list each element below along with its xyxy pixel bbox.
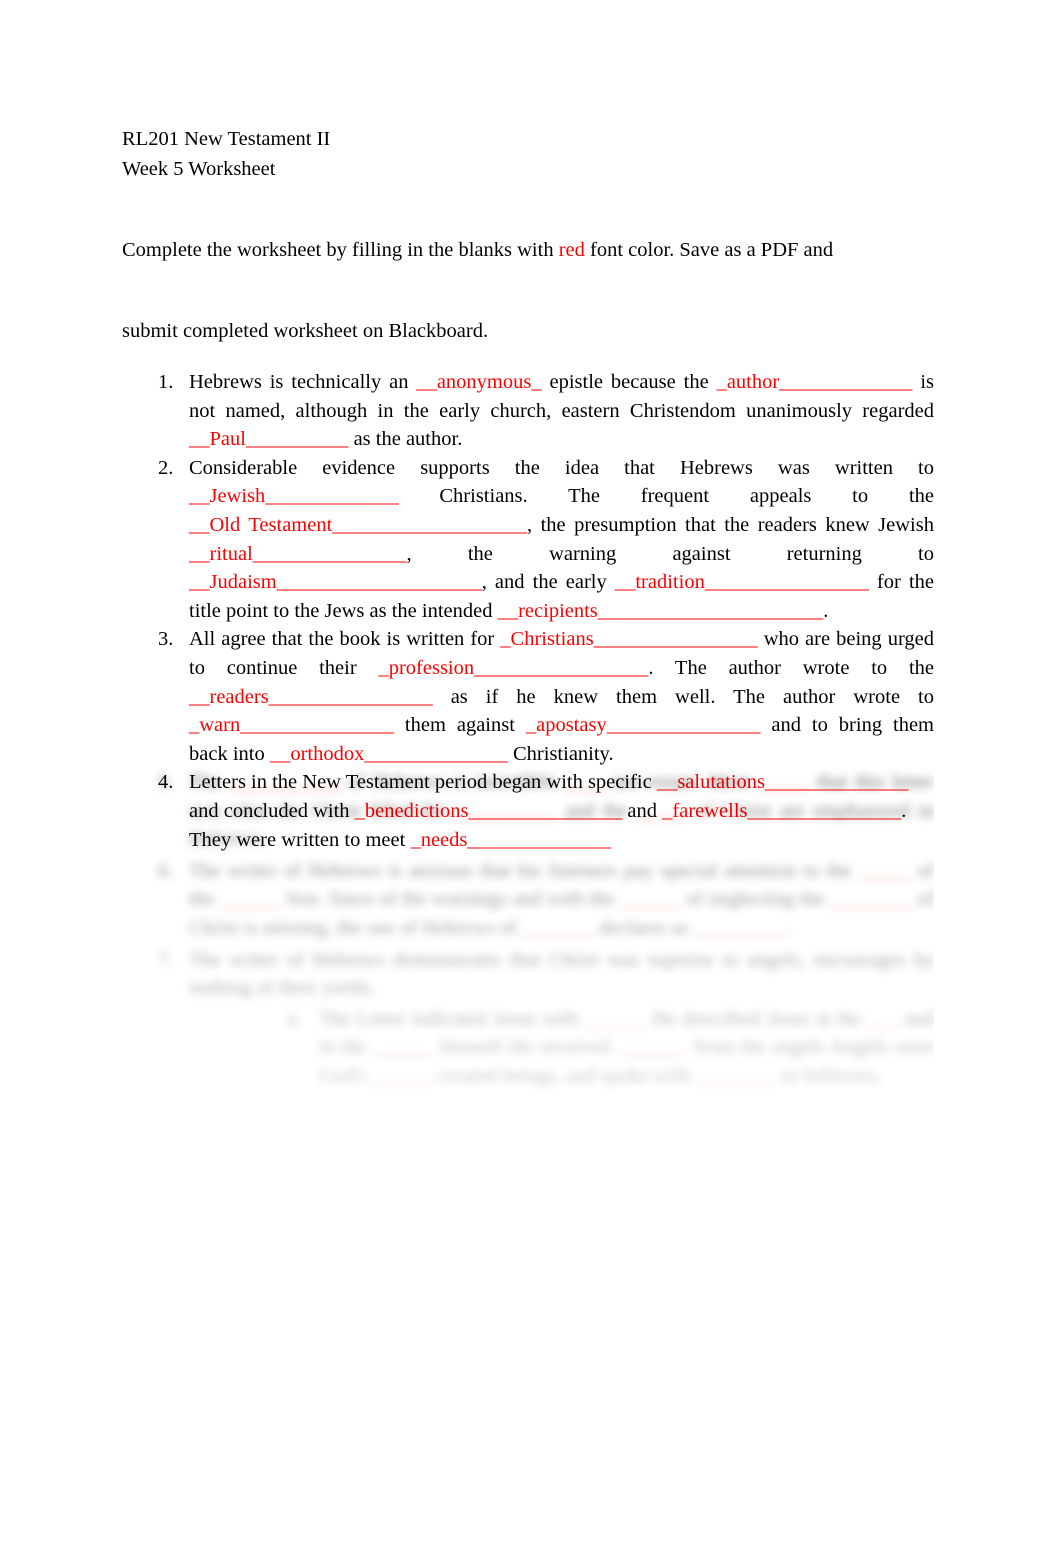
question-item-3: All agree that the book is written for _… — [122, 625, 934, 768]
faded-subquestion-1-blank-11[interactable]: ________ — [695, 1065, 777, 1087]
question-item-4: Letters in the New Testament period bega… — [122, 768, 934, 854]
instructions-after-red: font color. Save as a PDF and — [584, 239, 834, 261]
faded-question-item-6: The writer of Hebrews is anxious that hi… — [122, 857, 934, 943]
faded-question-6-blank-1[interactable]: _____ — [859, 860, 910, 882]
question-4-blank-3[interactable]: _benedictions_______________ — [355, 800, 623, 822]
question-1-text-6: as the author. — [348, 428, 463, 451]
document-page: RL201 New Testament II Week 5 Worksheet … — [0, 0, 1062, 1561]
faded-subquestion-1-text-12: to believers. — [777, 1064, 883, 1087]
faded-subquestion-1-text-6: himself the received — [434, 1036, 617, 1059]
instructions-red-keyword: red — [558, 239, 585, 261]
question-3-blank-1[interactable]: _Christians________________ — [500, 628, 757, 650]
faded-subquestion-list: The Letter indicated Jesus with ______ H… — [189, 1005, 934, 1091]
question-4-final-blank[interactable]: _needs______________ — [410, 829, 610, 851]
faded-subquestion-item-1: The Letter indicated Jesus with ______ H… — [253, 1005, 934, 1091]
question-2-blank-11[interactable]: __recipients______________________ — [498, 600, 824, 622]
faded-subquestion-1-blank-1[interactable]: ______ — [585, 1008, 647, 1030]
faded-subquestion-1-blank-7[interactable]: _______ — [616, 1036, 688, 1058]
faded-question-6-text-12: . — [785, 916, 791, 939]
worksheet-title-line: Week 5 Worksheet — [122, 158, 276, 180]
question-2-blank-1[interactable]: __Jewish_____________ — [189, 485, 399, 507]
faded-question-6-text-2: of the — [189, 859, 934, 911]
document-content: RL201 New Testament II Week 5 Worksheet … — [122, 124, 934, 854]
question-4-blank-1[interactable]: __salutations______________ — [657, 771, 909, 793]
question-2-text-8: , and the early — [481, 571, 615, 594]
faded-subquestion-1-blank-3[interactable]: ___ — [868, 1008, 899, 1030]
question-3-text-6: as if he knew them well. The author wrot… — [432, 685, 934, 708]
question-1-text-2: epistle because the — [541, 371, 717, 393]
faded-question-6-text-0: The writer of Hebrews is anxious that hi… — [189, 859, 859, 882]
faded-question-6-text-6: of neglecting the — [680, 888, 830, 911]
question-3-text-4: . The author wrote to the — [648, 656, 934, 679]
instructions-paragraph-line2: submit completed worksheet on Blackboard… — [122, 320, 489, 342]
question-4-final-line: They were written to meet _needs________… — [189, 826, 934, 855]
question-2-text-4: , the presumption that the readers knew … — [527, 513, 934, 536]
faded-subquestion-1-blank-9[interactable]: ______ — [371, 1065, 433, 1087]
question-2-text-6: , the warning against returning to — [406, 542, 934, 565]
question-4-text-6: . — [901, 799, 907, 822]
faded-subquestion-1-text-8: from the angels Angels were God's — [319, 1036, 934, 1087]
question-2-text-0: Considerable evidence supports the idea … — [189, 456, 934, 479]
question-1-blank-5[interactable]: __Paul__________ — [189, 428, 348, 450]
question-3-blank-11[interactable]: __orthodox______________ — [270, 743, 508, 765]
question-4-text-4: and — [622, 799, 663, 822]
faded-question-6-blank-7[interactable]: ________ — [830, 888, 912, 910]
question-4-final-text: They were written to meet — [189, 828, 411, 851]
question-2-blank-7[interactable]: __Judaism____________________ — [189, 571, 482, 593]
question-3-blank-7[interactable]: _warn_______________ — [189, 714, 394, 736]
question-1-blank-3[interactable]: _author_____________ — [717, 371, 913, 393]
question-3-text-8: them against — [393, 714, 526, 737]
faded-question-6-blank-11[interactable]: _________ — [693, 917, 785, 939]
question-2-blank-9[interactable]: __tradition________________ — [615, 571, 869, 593]
question-1-text-0: Hebrews is technically an — [189, 371, 417, 393]
question-3-blank-5[interactable]: __readers________________ — [189, 686, 433, 708]
question-2-text-12: . — [823, 599, 829, 622]
question-4-text-2: and concluded with — [189, 799, 355, 822]
faded-question-item-7: The writer of Hebrews demonstrates that … — [122, 946, 934, 1091]
instructions-paragraph: Complete the worksheet by filling in the… — [122, 235, 934, 265]
instructions-before-red: Complete the worksheet by filling in the… — [122, 239, 559, 261]
worksheet-question-list: Hebrews is technically an __anonymous_ e… — [122, 368, 934, 854]
question-1-blank-1[interactable]: __anonymous_ — [416, 371, 541, 393]
course-title-line: RL201 New Testament II — [122, 128, 331, 150]
question-2-blank-3[interactable]: __Old Testament___________________ — [189, 514, 527, 536]
faded-subquestion-1-text-10: created beings, and spoke with — [432, 1064, 696, 1087]
faded-subquestion-1-text-2: He described Jesus at the — [646, 1007, 868, 1030]
faded-question-7-text-0: The writer of Hebrews demonstrates that … — [189, 948, 934, 1000]
question-item-2: Considerable evidence supports the idea … — [122, 454, 934, 626]
question-2-blank-5[interactable]: __ritual_______________ — [189, 543, 407, 565]
faded-question-6-blank-3[interactable]: ______ — [219, 888, 281, 910]
faded-question-6-text-10: declares as — [593, 916, 694, 939]
question-3-blank-3[interactable]: _profession_________________ — [378, 657, 648, 679]
faded-subquestion-1-text-0: The Letter indicated Jesus with — [319, 1007, 585, 1030]
question-4-blank-5[interactable]: _farewells_______________ — [662, 800, 901, 822]
faded-question-6-blank-9[interactable]: _______ — [522, 917, 594, 939]
faded-subquestion-1-blank-5[interactable]: ______ — [373, 1036, 435, 1058]
question-4-text-0: Letters in the New Testament period bega… — [189, 771, 657, 794]
faded-subquestion-1-text-4: and in the — [319, 1007, 934, 1059]
faded-question-6-text-4: Son. Since of the warnings and with the — [280, 888, 620, 911]
question-3-text-12: Christianity. — [507, 742, 614, 765]
faded-question-6-blank-5[interactable]: ______ — [619, 888, 681, 910]
question-item-1: Hebrews is technically an __anonymous_ e… — [122, 368, 934, 454]
question-2-text-2: Christians. The frequent appeals to the — [398, 485, 934, 508]
question-3-text-0: All agree that the book is written for — [189, 628, 501, 651]
question-3-blank-9[interactable]: _apostasy_______________ — [526, 714, 761, 736]
faded-question-6-text-8: of Christ is missing, the use of Hebrews… — [189, 888, 934, 939]
